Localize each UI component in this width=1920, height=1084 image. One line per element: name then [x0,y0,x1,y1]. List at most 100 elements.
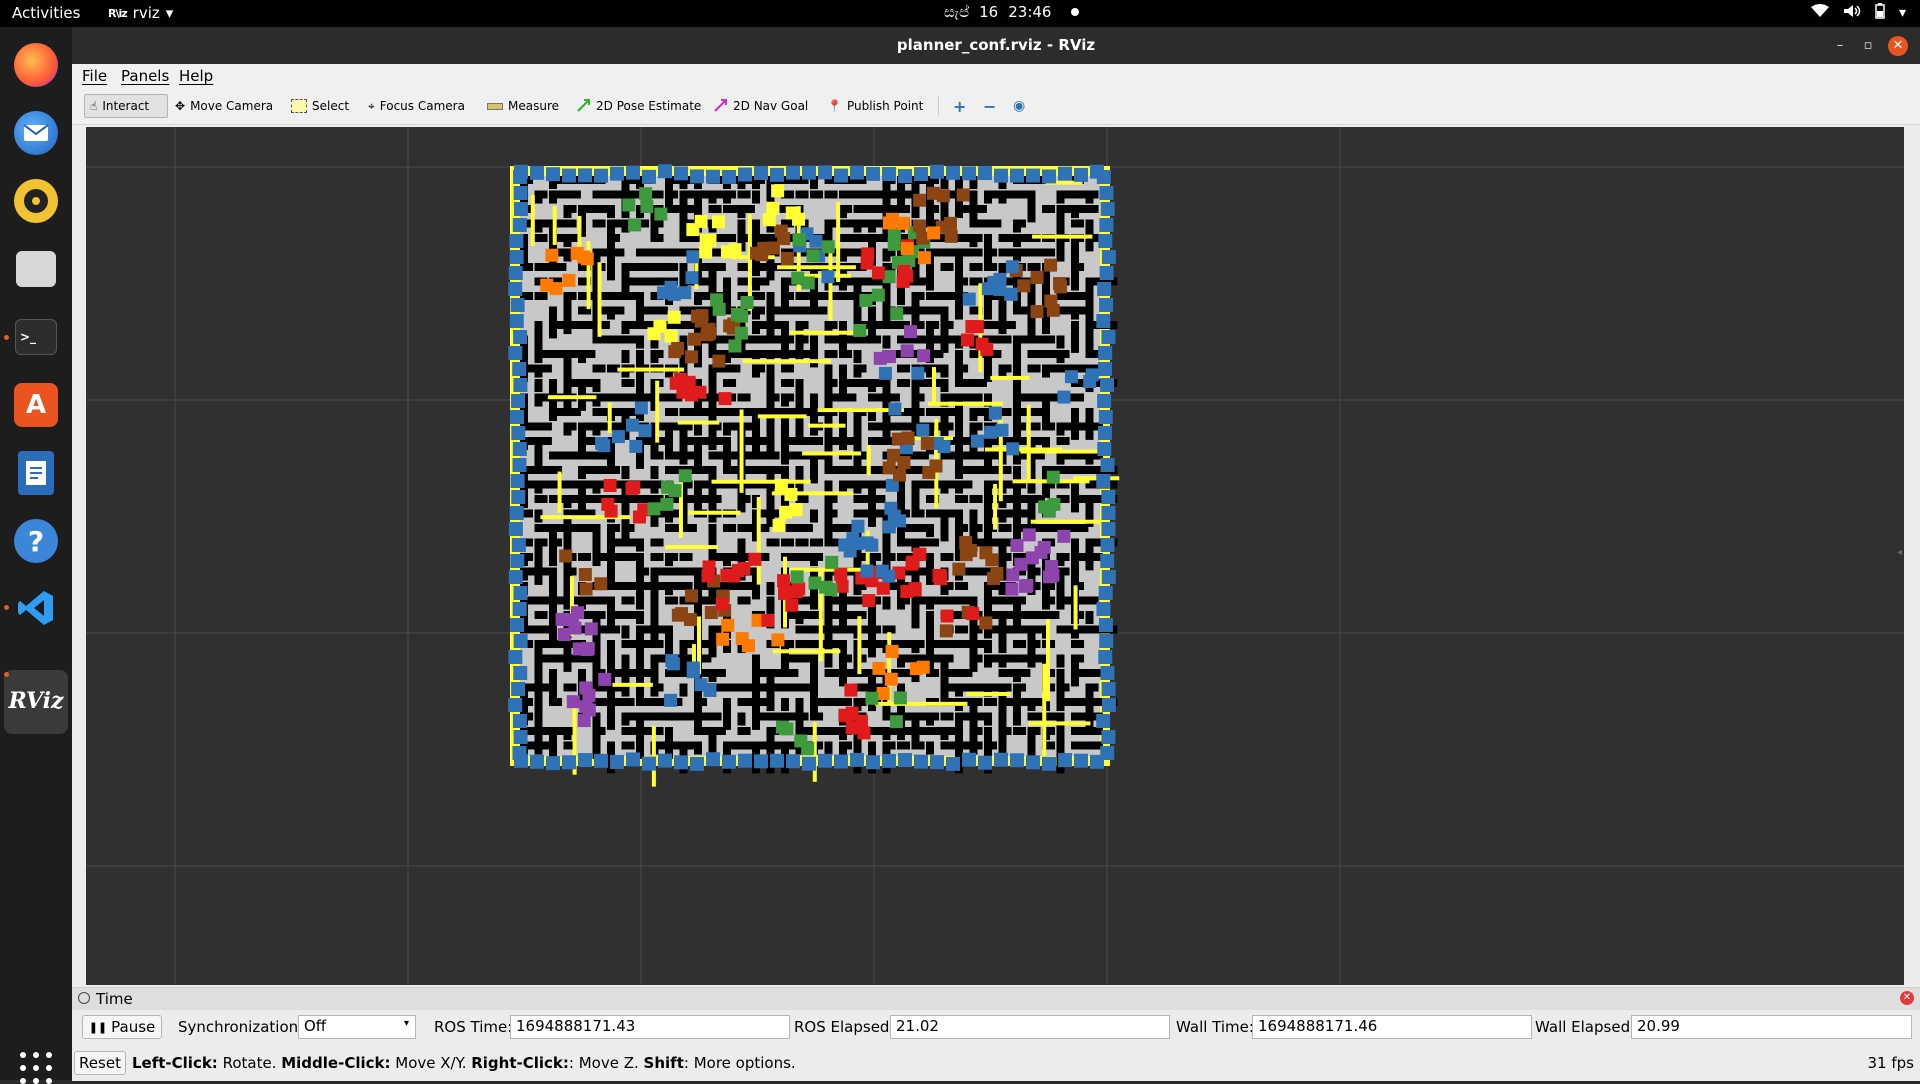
cluster-marker [1097,282,1112,296]
rhythmbox-icon [14,179,58,223]
cluster-marker [686,661,700,675]
maze-wall [723,582,755,590]
cluster-marker [513,666,528,680]
cluster-marker [731,307,745,321]
maximize-icon[interactable]: ▫ [1858,36,1878,56]
tool-move-camera[interactable]: ✥ Move Camera [170,94,278,118]
maze-wall [969,248,983,257]
wall-time-field[interactable]: 1694888171.46 [1252,1015,1532,1039]
maze-wall [853,350,862,364]
cluster-marker [835,579,849,593]
maze-wall [911,727,920,741]
maze-wall [737,683,751,692]
dock-item-app-center[interactable]: A [10,379,62,431]
close-icon[interactable]: ✕ [1888,36,1908,56]
maze-wall [998,596,1012,605]
tool-2d-pose-estimate[interactable]: 2D Pose Estimate [572,94,706,118]
maze-wall [636,538,644,552]
path-segment [677,420,720,425]
dock-item-vscode[interactable] [10,582,62,634]
cluster-marker [1025,551,1039,565]
maze-wall [940,712,954,721]
files-icon [16,251,56,287]
dock-item-files[interactable] [10,243,62,295]
cluster-marker [647,327,661,341]
eye-icon[interactable]: ◉ [1008,94,1030,118]
pause-button[interactable]: ❚❚ Pause [82,1015,162,1039]
tool-measure[interactable]: Measure [482,94,564,118]
dock-item-help[interactable]: ? [10,515,62,567]
tool-publish-point[interactable]: 📍 Publish Point [822,94,928,118]
dock-item-terminal[interactable]: >_ [10,311,62,363]
path-segment [927,401,1003,406]
activities-button[interactable]: Activities [12,4,80,22]
tool-focus-camera[interactable]: ⌖ Focus Camera [363,94,470,118]
dock-item-writer[interactable] [10,447,62,499]
cluster-marker [572,642,586,656]
ros-elapsed-field[interactable]: 21.02 [890,1015,1170,1039]
status-right-click-action: : Move Z. [568,1054,644,1072]
cluster-marker [626,165,640,180]
chevron-down-icon: ▾ [403,1018,409,1029]
cluster-marker [761,613,775,627]
cluster-marker [629,439,643,453]
cluster-marker [780,251,794,265]
maze-wall [1042,350,1056,358]
dock-item-firefox[interactable] [10,39,62,91]
cluster-marker [1096,314,1111,328]
pause-icon: ❚❚ [88,1020,108,1034]
cluster-marker [579,582,593,596]
wall-elapsed-field[interactable]: 20.99 [1631,1015,1912,1039]
path-segment [1073,585,1078,630]
cluster-marker [513,186,528,200]
cluster-marker [660,497,674,511]
3d-viewport[interactable]: ◂ ◂ [86,127,1904,985]
show-apps-icon[interactable] [20,1052,52,1084]
tool-select[interactable]: Select [286,94,354,118]
dock-item-rhythmbox[interactable] [10,175,62,227]
cluster-marker [678,469,692,483]
dock-item-rviz[interactable]: RViz [8,675,63,727]
cluster-marker [1038,500,1052,514]
reset-button[interactable]: Reset [74,1051,126,1075]
cluster-marker [940,609,954,623]
cluster-marker [755,248,769,262]
right-collapse-icon[interactable]: ◂ [1897,547,1902,558]
cluster-marker [722,754,736,769]
maze-wall [650,219,664,228]
menu-panels[interactable]: Panels [121,67,169,85]
maze-wall [1027,263,1041,271]
maze-wall [636,263,668,271]
tool-2d-nav-goal[interactable]: 2D Nav Goal [709,94,813,118]
maze-wall [592,190,625,199]
cluster-marker [952,562,966,576]
dock-item-thunderbird[interactable] [10,107,62,159]
minimize-icon[interactable]: – [1830,36,1850,56]
system-tray[interactable]: ▾ [1810,3,1906,23]
maze-wall [810,596,818,610]
cluster-marker [510,618,525,632]
clock[interactable]: සැප් 16 23:46 [944,3,1080,21]
cluster-marker [1097,426,1112,440]
sync-select[interactable]: Off ▾ [298,1015,416,1039]
maze-wall [839,190,871,199]
cluster-marker [934,572,948,586]
cluster-marker [802,756,816,771]
plus-icon[interactable]: + [948,94,971,118]
maze-wall [607,335,639,344]
maze-wall [882,596,891,610]
tool-interact[interactable]: ☝ Interact [84,94,168,118]
menu-help[interactable]: Help [179,67,213,85]
maze-wall [969,741,978,755]
app-menu[interactable]: R\iz rviz ▾ [108,4,173,22]
close-panel-icon[interactable]: ✕ [1900,991,1914,1005]
maze-wall [897,741,911,750]
terminal-icon: >_ [15,319,57,355]
cluster-marker [1074,753,1088,768]
window-titlebar[interactable]: planner_conf.rviz - RViz – ▫ ✕ [72,27,1920,64]
menu-file[interactable]: File [82,67,107,85]
ros-time-field[interactable]: 1694888171.43 [510,1015,790,1039]
minus-icon[interactable]: − [978,94,1001,118]
maze-wall [607,205,615,219]
cluster-marker [791,271,805,285]
